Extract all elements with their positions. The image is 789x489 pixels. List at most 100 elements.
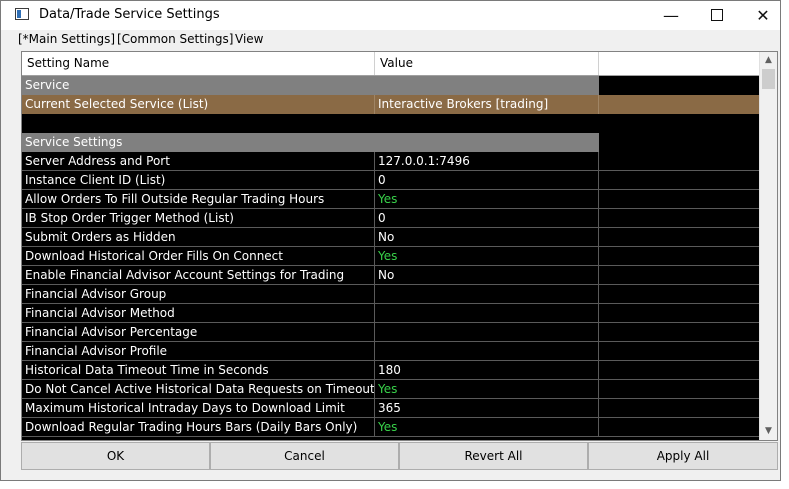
table-row[interactable]: Current Selected Service (List) Interacti… <box>22 95 759 114</box>
section-header-row: Service <box>22 76 759 95</box>
table-row[interactable]: Maximum Historical Intraday Days to Down… <box>22 399 759 418</box>
setting-value-cell[interactable]: 180 <box>375 361 599 380</box>
setting-value-cell[interactable] <box>375 114 599 133</box>
extra-cell <box>599 266 759 285</box>
extra-cell <box>599 304 759 323</box>
table-row[interactable]: Financial Advisor Percentage <box>22 323 759 342</box>
extra-cell <box>599 171 759 190</box>
menu-main-settings[interactable]: [*Main Settings] <box>18 32 115 46</box>
menu-common-settings[interactable]: [Common Settings] <box>117 32 233 46</box>
vertical-scrollbar[interactable]: ▲ ▼ <box>759 52 777 440</box>
setting-value-cell[interactable] <box>375 285 599 304</box>
setting-name-cell: Server Address and Port <box>22 152 375 171</box>
maximize-icon <box>711 9 723 21</box>
extra-cell <box>599 133 759 152</box>
table-row[interactable]: Submit Orders as Hidden No <box>22 228 759 247</box>
table-row[interactable]: Download Regular Trading Hours Bars (Dai… <box>22 418 759 437</box>
setting-value-cell[interactable]: Yes <box>375 418 599 437</box>
setting-name-cell: Download Regular Trading Hours Bars (Dai… <box>22 418 375 437</box>
setting-value-cell[interactable]: No <box>375 228 599 247</box>
setting-value-cell[interactable]: Yes <box>375 247 599 266</box>
extra-cell <box>599 323 759 342</box>
setting-value-cell[interactable]: Yes <box>375 380 599 399</box>
extra-cell <box>599 380 759 399</box>
setting-value-cell[interactable]: 127.0.0.1:7496 <box>375 152 599 171</box>
close-button[interactable]: ✕ <box>740 1 786 30</box>
table-row[interactable]: Enable Financial Advisor Account Setting… <box>22 266 759 285</box>
table-row[interactable]: Allow Orders To Fill Outside Regular Tra… <box>22 190 759 209</box>
extra-cell <box>599 190 759 209</box>
title-bar[interactable]: Data/Trade Service Settings — ✕ <box>1 1 780 30</box>
extra-cell <box>599 418 759 437</box>
extra-cell <box>599 285 759 304</box>
setting-value-cell[interactable]: No <box>375 266 599 285</box>
setting-value-cell[interactable]: 0 <box>375 209 599 228</box>
chevron-down-icon[interactable]: ▼ <box>760 423 777 440</box>
revert-all-button[interactable]: Revert All <box>399 442 588 470</box>
setting-value-cell[interactable] <box>375 304 599 323</box>
setting-value-cell[interactable]: Yes <box>375 190 599 209</box>
setting-name-cell: Instance Client ID (List) <box>22 171 375 190</box>
apply-all-button[interactable]: Apply All <box>588 442 778 470</box>
minimize-icon: — <box>663 6 679 25</box>
table-row[interactable]: Download Historical Order Fills On Conne… <box>22 247 759 266</box>
setting-name-cell: Submit Orders as Hidden <box>22 228 375 247</box>
setting-name-cell: Allow Orders To Fill Outside Regular Tra… <box>22 190 375 209</box>
setting-name-cell: Financial Advisor Percentage <box>22 323 375 342</box>
chevron-up-icon[interactable]: ▲ <box>760 52 777 69</box>
section-header-row: Service Settings <box>22 133 759 152</box>
app-window-icon <box>15 8 29 20</box>
setting-value-cell[interactable]: Interactive Brokers [trading] <box>375 95 599 114</box>
close-icon: ✕ <box>756 6 770 25</box>
setting-name-cell: IB Stop Order Trigger Method (List) <box>22 209 375 228</box>
table-row[interactable]: Server Address and Port 127.0.0.1:7496 <box>22 152 759 171</box>
setting-name-cell: Enable Financial Advisor Account Setting… <box>22 266 375 285</box>
minimize-button[interactable]: — <box>648 1 694 30</box>
extra-cell <box>599 114 759 133</box>
ok-button[interactable]: OK <box>21 442 210 470</box>
column-header-extra[interactable] <box>599 52 759 75</box>
settings-window: Data/Trade Service Settings — ✕ [*Main S… <box>0 0 781 481</box>
table-row[interactable] <box>22 114 759 133</box>
setting-value-cell[interactable]: 0 <box>375 171 599 190</box>
column-header-setting-name[interactable]: Setting Name <box>22 52 375 75</box>
extra-cell <box>599 361 759 380</box>
setting-name-cell: Maximum Historical Intraday Days to Down… <box>22 399 375 418</box>
setting-name-cell <box>22 114 375 133</box>
menu-view[interactable]: View <box>235 32 263 46</box>
extra-cell <box>599 247 759 266</box>
settings-grid: Setting Name Value Service Current Select… <box>21 51 778 441</box>
setting-name-cell: Service Settings <box>22 133 599 152</box>
setting-name-cell: Financial Advisor Group <box>22 285 375 304</box>
column-header-value[interactable]: Value <box>375 52 599 75</box>
extra-cell <box>599 228 759 247</box>
extra-cell <box>599 76 759 95</box>
grid-header: Setting Name Value <box>22 52 759 76</box>
setting-value-cell[interactable] <box>375 323 599 342</box>
window-title: Data/Trade Service Settings <box>39 7 220 22</box>
extra-cell <box>599 399 759 418</box>
table-row[interactable]: Do Not Cancel Active Historical Data Req… <box>22 380 759 399</box>
setting-name-cell: Historical Data Timeout Time in Seconds <box>22 361 375 380</box>
setting-name-cell: Download Historical Order Fills On Conne… <box>22 247 375 266</box>
setting-value-cell[interactable] <box>375 342 599 361</box>
table-row[interactable]: IB Stop Order Trigger Method (List) 0 <box>22 209 759 228</box>
table-row[interactable]: Financial Advisor Profile <box>22 342 759 361</box>
table-row[interactable]: Instance Client ID (List) 0 <box>22 171 759 190</box>
cancel-button[interactable]: Cancel <box>210 442 399 470</box>
menu-bar: [*Main Settings] [Common Settings] View <box>1 30 780 50</box>
maximize-button[interactable] <box>694 1 740 30</box>
extra-cell <box>599 95 759 114</box>
button-row: OK Cancel Revert All Apply All <box>21 442 778 470</box>
setting-value-cell[interactable]: 365 <box>375 399 599 418</box>
extra-cell <box>599 209 759 228</box>
setting-name-cell: Current Selected Service (List) <box>22 95 375 114</box>
setting-name-cell: Do Not Cancel Active Historical Data Req… <box>22 380 375 399</box>
table-row[interactable]: Financial Advisor Group <box>22 285 759 304</box>
scrollbar-thumb[interactable] <box>762 69 775 89</box>
setting-name-cell: Financial Advisor Method <box>22 304 375 323</box>
table-row[interactable]: Financial Advisor Method <box>22 304 759 323</box>
grid-rows: Service Current Selected Service (List) In… <box>22 76 759 437</box>
extra-cell <box>599 152 759 171</box>
table-row[interactable]: Historical Data Timeout Time in Seconds 1… <box>22 361 759 380</box>
